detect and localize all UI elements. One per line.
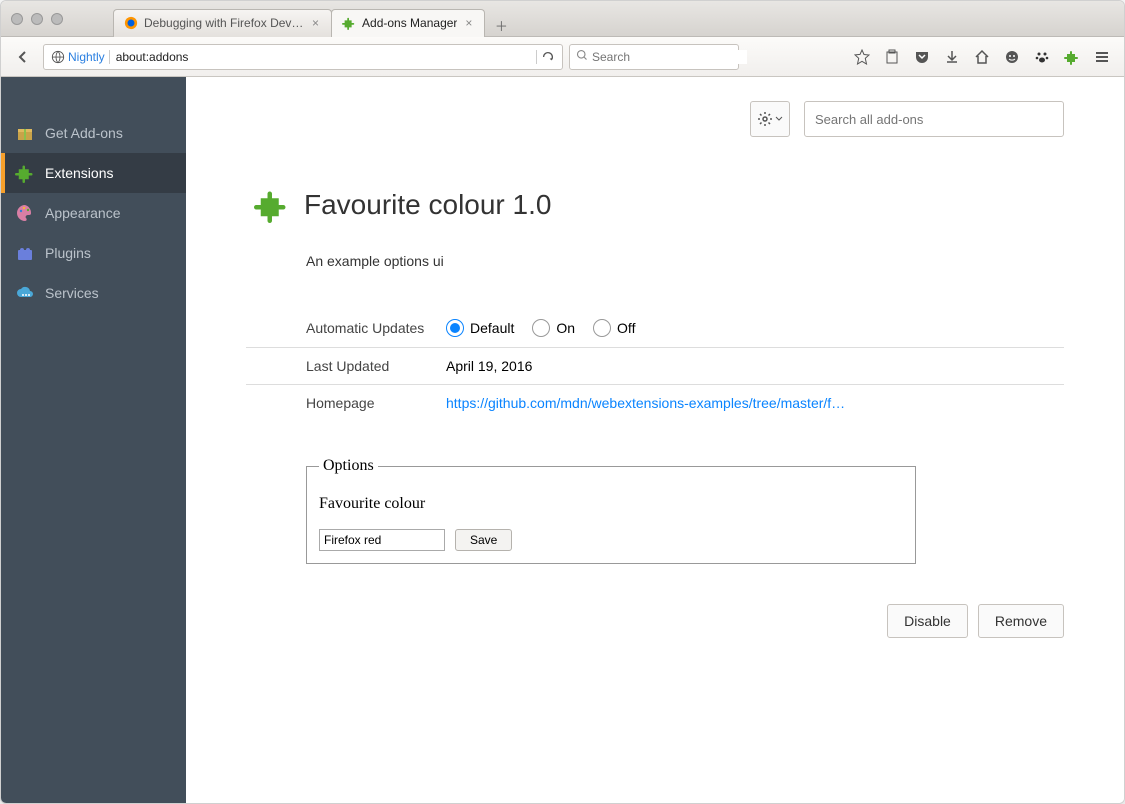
tools-menu-button[interactable] xyxy=(750,101,790,137)
last-updated-value: April 19, 2016 xyxy=(446,348,1064,385)
cloud-icon xyxy=(15,283,35,303)
window: Debugging with Firefox Develop… × Add-on… xyxy=(0,0,1125,804)
close-icon[interactable]: × xyxy=(310,16,321,30)
addons-search-input[interactable] xyxy=(804,101,1064,137)
url-bar[interactable]: Nightly about:addons xyxy=(43,44,563,70)
main: Favourite colour 1.0 An example options … xyxy=(186,77,1124,803)
tab-label: Debugging with Firefox Develop… xyxy=(144,16,304,30)
search-input[interactable] xyxy=(592,50,747,64)
updates-option-on[interactable]: On xyxy=(532,319,575,337)
option-field-label: Favourite colour xyxy=(319,495,903,513)
updates-option-default[interactable]: Default xyxy=(446,319,514,337)
addon-meta-table: Automatic Updates Default On Off Last Up… xyxy=(246,309,1064,421)
nav-toolbar: Nightly about:addons xyxy=(1,37,1124,77)
gift-icon xyxy=(15,123,35,143)
row-homepage: Homepage https://github.com/mdn/webexten… xyxy=(246,385,1064,422)
identity-label: Nightly xyxy=(68,50,110,64)
homepage-label: Homepage xyxy=(246,385,446,422)
updates-label: Automatic Updates xyxy=(246,309,446,348)
traffic-lights xyxy=(11,13,63,25)
addon-title: Favourite colour 1.0 xyxy=(304,189,551,221)
lego-icon xyxy=(15,243,35,263)
favourite-colour-input[interactable] xyxy=(319,529,445,551)
titlebar: Debugging with Firefox Develop… × Add-on… xyxy=(1,1,1124,37)
updates-option-off[interactable]: Off xyxy=(593,319,635,337)
disable-button[interactable]: Disable xyxy=(887,604,968,638)
puzzle-icon xyxy=(15,163,35,183)
close-icon[interactable]: × xyxy=(463,16,474,30)
close-dot[interactable] xyxy=(11,13,23,25)
options-fieldset: Options Favourite colour Save xyxy=(306,457,916,564)
homepage-link[interactable]: https://github.com/mdn/webextensions-exa… xyxy=(446,395,845,411)
tab-debugging[interactable]: Debugging with Firefox Develop… × xyxy=(113,9,332,37)
url-text: about:addons xyxy=(116,50,536,64)
puzzle-icon xyxy=(254,187,290,223)
toolbar-icons xyxy=(848,44,1116,70)
sidebar-item-label: Appearance xyxy=(45,205,121,221)
addon-description: An example options ui xyxy=(306,253,1064,269)
last-updated-label: Last Updated xyxy=(246,348,446,385)
sidebar-item-label: Plugins xyxy=(45,245,91,261)
tab-addons-manager[interactable]: Add-ons Manager × xyxy=(331,9,485,37)
paw-button[interactable] xyxy=(1028,44,1056,70)
globe-icon xyxy=(48,50,68,64)
options-legend: Options xyxy=(319,457,378,475)
reload-button[interactable] xyxy=(536,50,558,64)
clipboard-button[interactable] xyxy=(878,44,906,70)
row-last-updated: Last Updated April 19, 2016 xyxy=(246,348,1064,385)
zoom-dot[interactable] xyxy=(51,13,63,25)
addons-top-row xyxy=(246,101,1064,137)
hello-button[interactable] xyxy=(998,44,1026,70)
addons-button[interactable] xyxy=(1058,44,1086,70)
tab-strip: Debugging with Firefox Develop… × Add-on… xyxy=(73,1,1114,37)
remove-button[interactable]: Remove xyxy=(978,604,1064,638)
addon-actions: Disable Remove xyxy=(246,604,1064,638)
new-tab-button[interactable]: ＋ xyxy=(490,15,512,37)
sidebar-item-plugins[interactable]: Plugins xyxy=(1,233,186,273)
sidebar-item-get-addons[interactable]: Get Add-ons xyxy=(1,113,186,153)
search-bar[interactable] xyxy=(569,44,739,70)
row-updates: Automatic Updates Default On Off xyxy=(246,309,1064,348)
back-button[interactable] xyxy=(9,44,37,70)
palette-icon xyxy=(15,203,35,223)
sidebar-item-label: Get Add-ons xyxy=(45,125,123,141)
firefox-icon xyxy=(124,16,138,30)
minimize-dot[interactable] xyxy=(31,13,43,25)
dropdown-icon xyxy=(775,115,783,123)
addon-header: Favourite colour 1.0 xyxy=(254,187,1064,223)
updates-radio-group: Default On Off xyxy=(446,319,1064,337)
sidebar-item-label: Services xyxy=(45,285,99,301)
save-button[interactable]: Save xyxy=(455,529,512,551)
downloads-button[interactable] xyxy=(938,44,966,70)
pocket-button[interactable] xyxy=(908,44,936,70)
gear-icon xyxy=(757,111,773,127)
star-button[interactable] xyxy=(848,44,876,70)
menu-button[interactable] xyxy=(1088,44,1116,70)
sidebar-item-services[interactable]: Services xyxy=(1,273,186,313)
sidebar-item-label: Extensions xyxy=(45,165,113,181)
content: Get Add-ons Extensions Appearance Plugin… xyxy=(1,77,1124,803)
search-icon xyxy=(576,49,588,64)
tab-label: Add-ons Manager xyxy=(362,16,457,30)
sidebar-item-appearance[interactable]: Appearance xyxy=(1,193,186,233)
sidebar: Get Add-ons Extensions Appearance Plugin… xyxy=(1,77,186,803)
sidebar-item-extensions[interactable]: Extensions xyxy=(1,153,186,193)
puzzle-icon xyxy=(342,16,356,30)
home-button[interactable] xyxy=(968,44,996,70)
